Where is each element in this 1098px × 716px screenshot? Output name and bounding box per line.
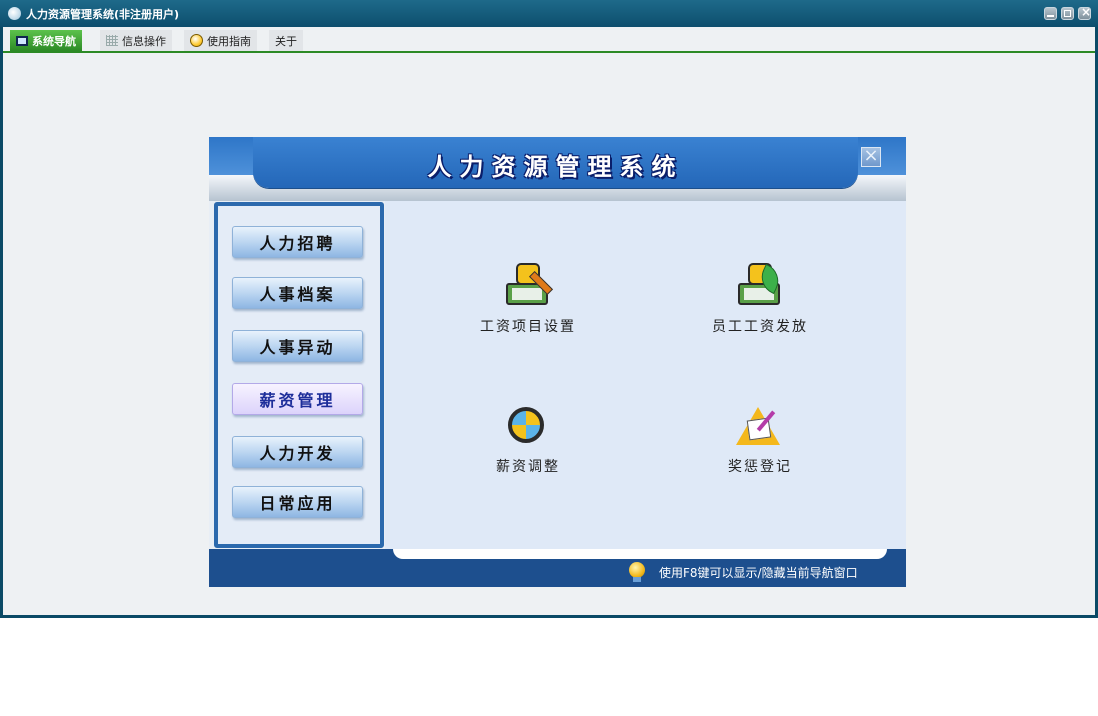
tab-label: 系统导航 [32, 34, 76, 48]
close-window-icon[interactable] [1078, 5, 1091, 20]
function-salary-payment[interactable]: 员工工资发放 [690, 261, 830, 336]
function-label: 员工工资发放 [712, 319, 808, 335]
module-sidebar: 人力招聘 人事档案 人事异动 薪资管理 人力开发 日常应用 [214, 202, 384, 548]
function-area: 工资项目设置 员工工资发放 薪资调整 奖惩登记 [385, 201, 906, 549]
restore-icon[interactable] [1061, 7, 1074, 20]
function-salary-adjustment[interactable]: 薪资调整 [458, 401, 598, 476]
function-salary-settings[interactable]: 工资项目设置 [458, 261, 598, 336]
tab-user-guide[interactable]: 使用指南 [184, 30, 257, 51]
sidebar-item-personnel-files[interactable]: 人事档案 [232, 277, 363, 309]
salary-settings-icon [502, 261, 554, 309]
reward-record-icon [734, 401, 786, 449]
guide-icon [190, 34, 203, 47]
minimize-icon[interactable] [1044, 7, 1057, 20]
panel-title-bar: 人力资源管理系统 [253, 137, 858, 188]
function-reward-record[interactable]: 奖惩登记 [690, 401, 830, 476]
panel-title: 人力资源管理系统 [427, 153, 684, 181]
sidebar-item-recruitment[interactable]: 人力招聘 [232, 226, 363, 258]
tab-bar: 系统导航 信息操作 使用指南 关于 [3, 27, 1095, 53]
tab-label: 使用指南 [207, 34, 251, 48]
salary-payment-icon [734, 261, 786, 309]
tab-information-operation[interactable]: 信息操作 [100, 30, 172, 51]
tab-system-navigation[interactable]: 系统导航 [10, 30, 82, 51]
tab-label: 信息操作 [122, 34, 166, 48]
panel-footer: 使用F8键可以显示/隐藏当前导航窗口 [209, 549, 906, 587]
tab-about[interactable]: 关于 [269, 30, 303, 51]
sidebar-item-hr-development[interactable]: 人力开发 [232, 436, 363, 468]
tab-label: 关于 [275, 34, 297, 48]
function-label: 工资项目设置 [480, 319, 576, 335]
function-label: 薪资调整 [496, 459, 560, 475]
grid-icon [106, 35, 118, 46]
monitor-icon [16, 35, 28, 46]
f8-hint: 使用F8键可以显示/隐藏当前导航窗口 [659, 566, 858, 580]
window-title: 人力资源管理系统(非注册用户) [26, 8, 180, 21]
close-icon[interactable]: × [861, 147, 881, 167]
footer-strip [393, 549, 887, 559]
sidebar-item-salary-management[interactable]: 薪资管理 [232, 383, 363, 415]
sidebar-item-daily-application[interactable]: 日常应用 [232, 486, 363, 518]
function-label: 奖惩登记 [728, 459, 792, 475]
navigation-panel: 人力资源管理系统 × 人力招聘 人事档案 人事异动 薪资管理 人力开发 日常应用… [209, 137, 906, 587]
lightbulb-icon [629, 562, 645, 582]
title-bar: 人力资源管理系统(非注册用户) [0, 0, 1098, 27]
sidebar-item-personnel-changes[interactable]: 人事异动 [232, 330, 363, 362]
app-icon [8, 7, 21, 20]
salary-adjust-icon [502, 401, 554, 449]
